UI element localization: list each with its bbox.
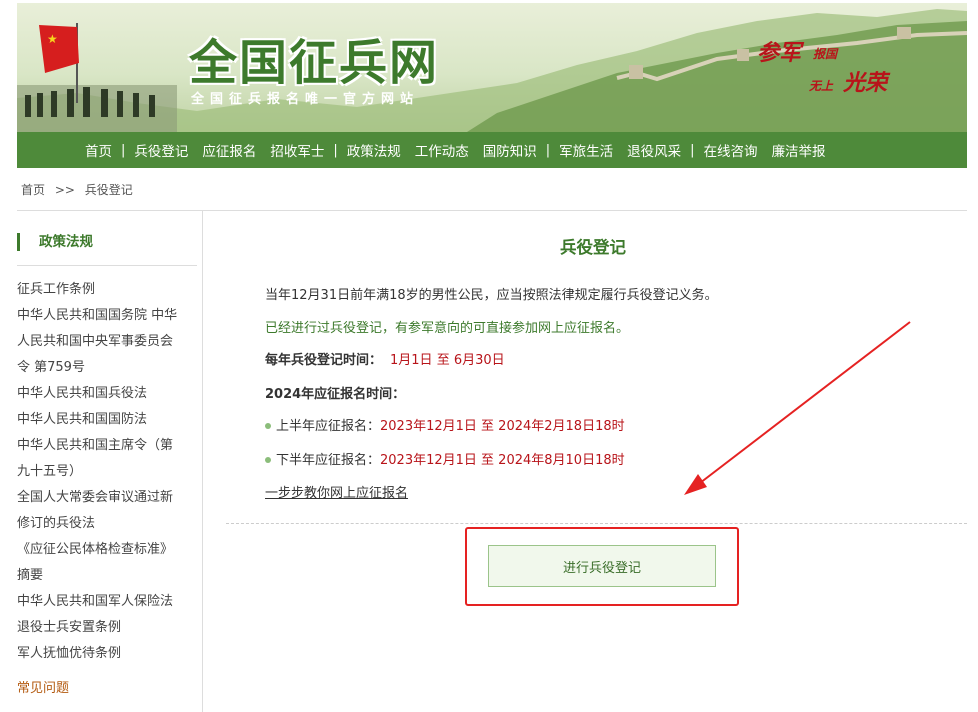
nav-separator: | xyxy=(121,142,126,158)
nav-item-nco-recruit[interactable]: 招收军士 xyxy=(270,140,324,160)
sidebar-link[interactable]: 征兵工作条例 xyxy=(17,277,195,303)
slogan-part: 参军 xyxy=(757,40,802,66)
sidebar-link[interactable]: 修订的兵役法 xyxy=(17,511,195,537)
nav-separator: | xyxy=(333,142,338,158)
page-title: 兵役登记 xyxy=(560,238,626,257)
registration-period: 每年兵役登记时间： 1月1日 至 6月30日 xyxy=(265,349,505,368)
sidebar-link[interactable]: 摘要 xyxy=(17,563,195,589)
sidebar-faq-link[interactable]: 常见问题 xyxy=(17,677,69,696)
sidebar-link[interactable]: 《应征公民体格检查标准》 xyxy=(17,537,195,563)
nav-item-defense-knowledge[interactable]: 国防知识 xyxy=(483,140,537,160)
sidebar-link[interactable]: 军人抚恤优待条例 xyxy=(17,641,195,667)
sidebar: 政策法规 征兵工作条例 中华人民共和国国务院 中华 人民共和国中央军事委员会 令… xyxy=(17,211,203,712)
nav-item-registration[interactable]: 兵役登记 xyxy=(134,140,188,160)
sidebar-link[interactable]: 人民共和国中央军事委员会 xyxy=(17,329,195,355)
second-half-enlist: 下半年应征报名：2023年12月1日 至 2024年8月10日18时 xyxy=(265,449,625,468)
divider xyxy=(17,265,197,266)
sidebar-link[interactable]: 中华人民共和国兵役法 xyxy=(17,381,195,407)
sidebar-link[interactable]: 令 第759号 xyxy=(17,355,195,381)
first-half-label: 上半年应征报名： xyxy=(276,419,381,434)
slogan-part: 光荣 xyxy=(843,70,888,96)
page: ★ 全国征兵网 全国征兵报名唯一官方网站 参军 报国 无上 光荣 首页 | 兵役… xyxy=(0,0,978,712)
note-text: 已经进行过兵役登记，有参军意向的可直接参加网上应征报名。 xyxy=(265,321,630,336)
breadcrumb-sep: >> xyxy=(54,183,75,197)
register-button[interactable]: 进行兵役登记 xyxy=(488,545,716,587)
main-nav: 首页 | 兵役登记 应征报名 招收军士 | 政策法规 工作动态 国防知识 | 军… xyxy=(17,132,967,168)
nav-item-news[interactable]: 工作动态 xyxy=(415,140,469,160)
breadcrumb: 首页 >> 兵役登记 xyxy=(21,181,139,198)
nav-item-consult[interactable]: 在线咨询 xyxy=(704,140,758,160)
banner-slogan: 参军 报国 无上 光荣 xyxy=(757,35,907,105)
sidebar-link[interactable]: 退役士兵安置条例 xyxy=(17,615,195,641)
sidebar-list: 征兵工作条例 中华人民共和国国务院 中华 人民共和国中央军事委员会 令 第759… xyxy=(17,277,195,667)
first-half-enlist: 上半年应征报名：2023年12月1日 至 2024年2月18日18时 xyxy=(265,415,625,434)
bullet-icon xyxy=(265,456,271,463)
sidebar-link[interactable]: 中华人民共和国军人保险法 xyxy=(17,589,195,615)
nav-item-military-life[interactable]: 军旅生活 xyxy=(559,140,613,160)
breadcrumb-current: 兵役登记 xyxy=(84,183,133,197)
enlist-period-heading: 2024年应征报名时间： xyxy=(265,387,406,402)
nav-item-home[interactable]: 首页 xyxy=(85,140,112,160)
intro-text: 当年12月31日前年满18岁的男性公民，应当按照法律规定履行兵役登记义务。 xyxy=(265,288,718,303)
second-half-time: 2023年12月1日 至 2024年8月10日18时 xyxy=(380,453,625,468)
registration-period-label: 每年兵役登记时间： xyxy=(265,353,383,368)
breadcrumb-home[interactable]: 首页 xyxy=(21,183,45,197)
nav-separator: | xyxy=(545,142,551,158)
header-banner: ★ 全国征兵网 全国征兵报名唯一官方网站 参军 报国 无上 光荣 xyxy=(17,3,967,132)
slogan-part: 无上 xyxy=(809,79,834,93)
nav-item-enlist[interactable]: 应征报名 xyxy=(202,140,256,160)
slogan-part: 报国 xyxy=(813,47,838,61)
nav-item-policy[interactable]: 政策法规 xyxy=(347,140,401,160)
sidebar-link[interactable]: 中华人民共和国国防法 xyxy=(17,407,195,433)
svg-text:★: ★ xyxy=(47,32,58,46)
site-subtitle: 全国征兵报名唯一官方网站 xyxy=(191,92,420,107)
dashed-divider xyxy=(226,523,967,524)
bullet-icon xyxy=(265,422,271,429)
sidebar-link[interactable]: 九十五号） xyxy=(17,459,195,485)
sidebar-link[interactable]: 中华人民共和国国务院 中华 xyxy=(17,303,195,329)
first-half-time: 2023年12月1日 至 2024年2月18日18时 xyxy=(380,419,625,434)
nav-item-veterans[interactable]: 退役风采 xyxy=(627,140,681,160)
registration-period-value: 1月1日 至 6月30日 xyxy=(390,353,505,368)
sidebar-link[interactable]: 中华人民共和国主席令（第 xyxy=(17,433,195,459)
sidebar-link[interactable]: 全国人大常委会审议通过新 xyxy=(17,485,195,511)
nav-separator: | xyxy=(690,142,695,158)
sidebar-title: 政策法规 xyxy=(17,233,93,251)
second-half-label: 下半年应征报名： xyxy=(276,453,381,468)
site-logo-title: 全国征兵网 xyxy=(189,35,440,91)
guide-link[interactable]: 一步步教你网上应征报名 xyxy=(265,482,408,501)
nav-item-report[interactable]: 廉洁举报 xyxy=(772,140,826,160)
